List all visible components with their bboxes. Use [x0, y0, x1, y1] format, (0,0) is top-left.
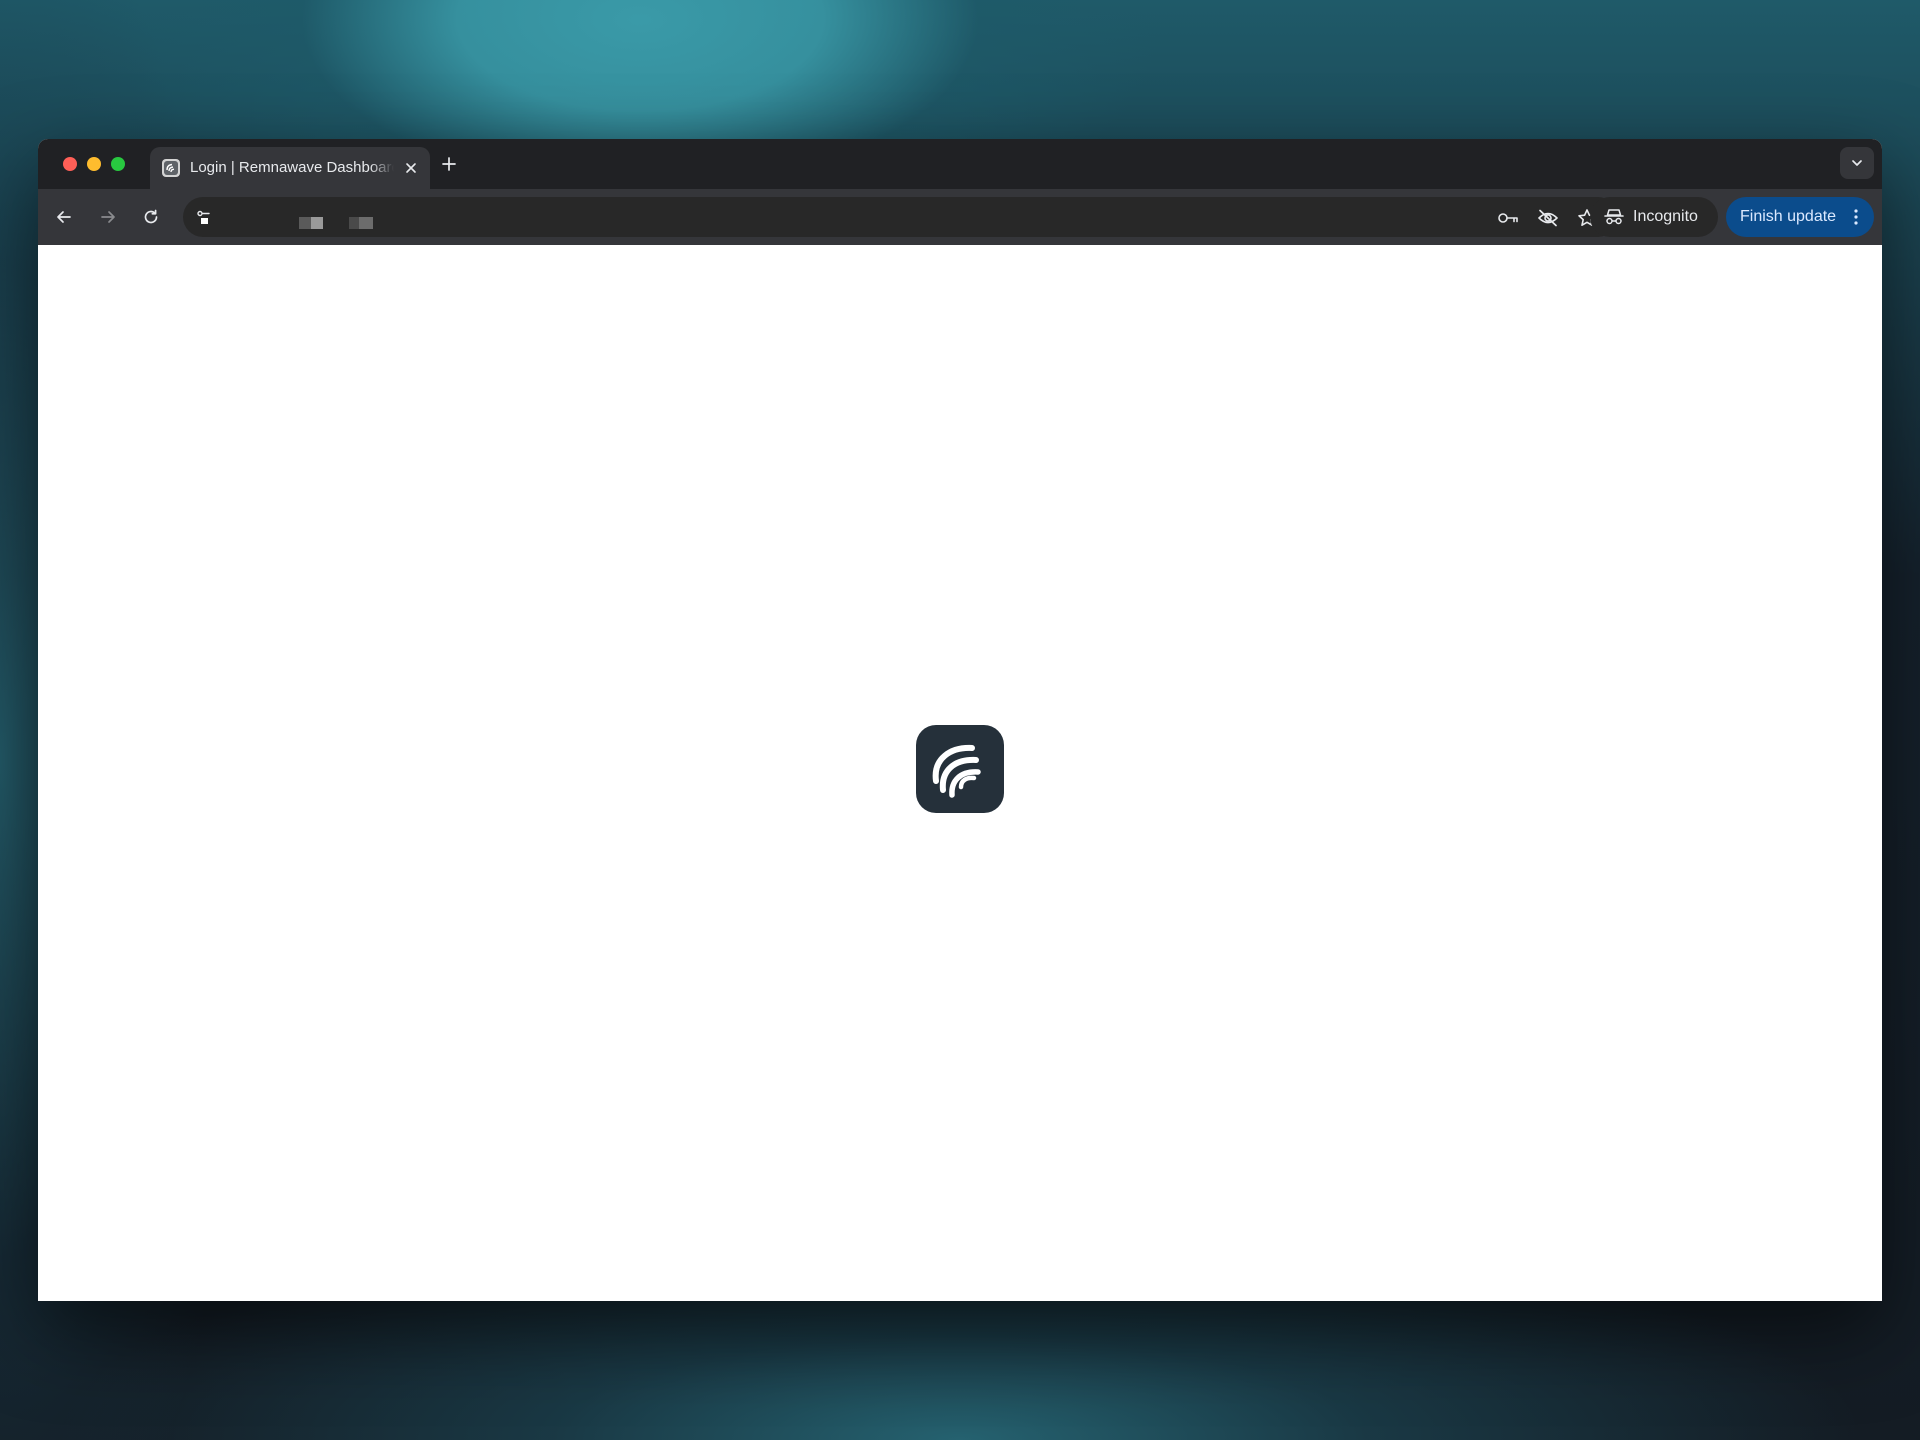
incognito-label: Incognito	[1633, 208, 1698, 225]
remnawave-favicon-icon	[162, 159, 180, 177]
chevron-down-icon[interactable]	[1840, 147, 1874, 179]
page-content	[38, 245, 1882, 1301]
remnawave-logo-icon	[916, 725, 1004, 813]
toolbar: Incognito Finish update	[38, 189, 1882, 245]
redacted-url-block	[311, 217, 323, 229]
finish-update-label: Finish update	[1740, 208, 1837, 225]
maximize-window-button[interactable]	[111, 157, 125, 171]
eye-off-icon[interactable]	[1537, 207, 1559, 229]
tab-strip: Login | Remnawave Dashboard	[38, 139, 1882, 189]
url-text	[223, 205, 443, 229]
arrow-left-icon[interactable]	[50, 203, 78, 231]
redacted-url-block	[349, 217, 359, 229]
incognito-icon	[1604, 207, 1624, 227]
more-vert-icon[interactable]	[1848, 207, 1864, 227]
minimize-window-button[interactable]	[87, 157, 101, 171]
arrow-right-icon[interactable]	[94, 203, 122, 231]
tab-login[interactable]: Login | Remnawave Dashboard	[150, 147, 430, 189]
address-bar[interactable]	[183, 197, 1618, 237]
close-icon[interactable]	[402, 159, 420, 177]
tune-icon[interactable]	[193, 207, 213, 227]
close-window-button[interactable]	[63, 157, 77, 171]
reload-icon[interactable]	[137, 203, 165, 231]
redacted-url-block	[359, 217, 373, 229]
tab-title: Login | Remnawave Dashboard	[190, 159, 394, 176]
incognito-indicator[interactable]: Incognito	[1590, 197, 1718, 237]
browser-window: Login | Remnawave Dashboard Incognito Fi…	[38, 139, 1882, 1301]
plus-icon[interactable]	[438, 153, 460, 175]
finish-update-button[interactable]: Finish update	[1726, 197, 1874, 237]
key-icon[interactable]	[1497, 207, 1519, 229]
